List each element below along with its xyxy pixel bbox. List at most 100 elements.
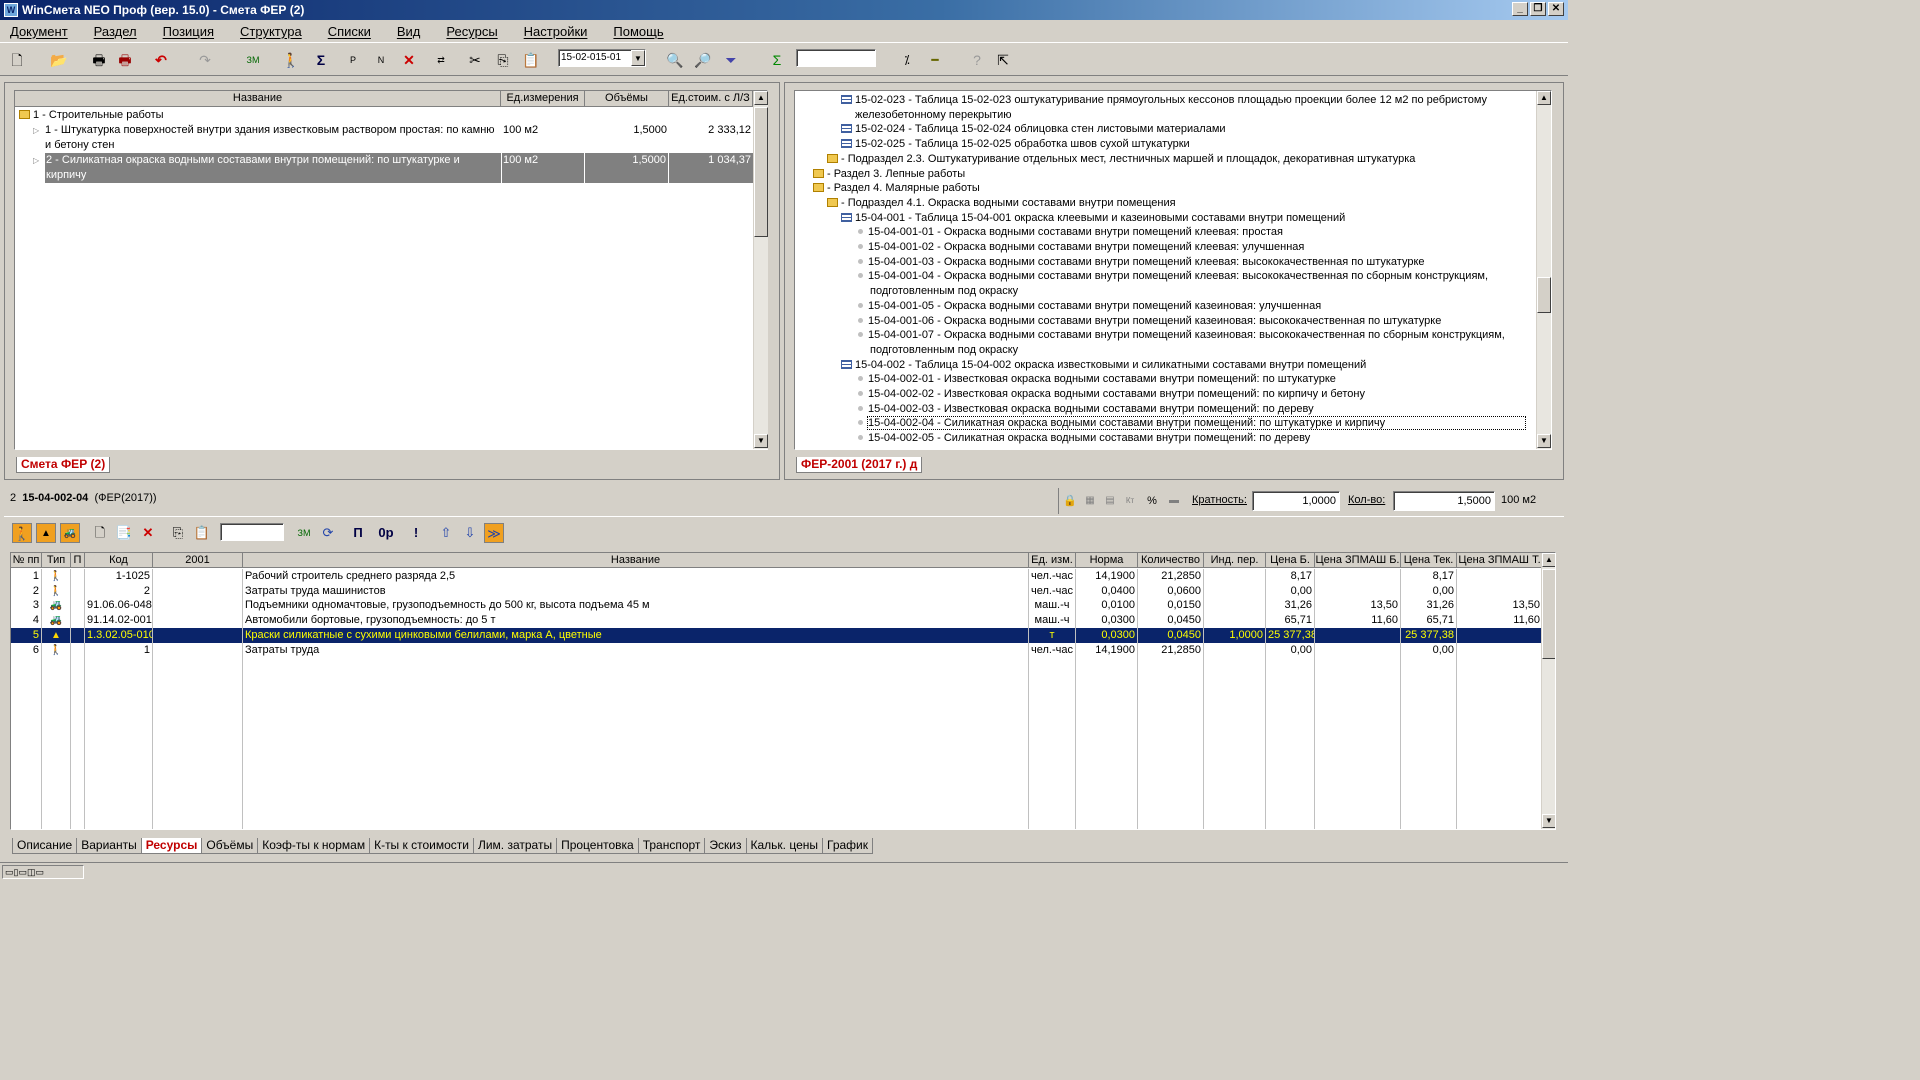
tree-item[interactable]: 15-02-024 - Таблица 15-02-024 облицовка …: [795, 122, 1535, 137]
tree-item[interactable]: 15-04-001-01 - Окраска водными составами…: [795, 225, 1535, 240]
tab-bottom[interactable]: Лим. затраты: [472, 838, 558, 854]
col-type-header[interactable]: Тип: [42, 553, 71, 568]
menu-structure[interactable]: Структура: [240, 24, 302, 39]
minimize-button[interactable]: _: [1512, 2, 1528, 16]
scroll-thumb[interactable]: [1537, 277, 1551, 313]
copy-icon[interactable]: ⎘: [494, 51, 512, 69]
worker-filter-icon[interactable]: 🚶: [12, 523, 32, 543]
col-p-header[interactable]: П: [71, 553, 85, 568]
col-norm-header[interactable]: Норма: [1076, 553, 1138, 568]
page-p-icon[interactable]: P: [344, 51, 362, 69]
undo-icon[interactable]: ↶: [152, 51, 170, 69]
tab-bottom[interactable]: К-ты к стоимости: [369, 838, 474, 854]
table-row[interactable]: 6 🚶 1 Затраты труда чел.-час 14,1900 21,2850 0,…: [11, 642, 1543, 658]
search-input[interactable]: [796, 49, 876, 67]
tree-item[interactable]: 15-04-001-06 - Окраска водными составами…: [795, 314, 1535, 329]
tab-bottom[interactable]: Объёмы: [201, 838, 259, 854]
tree-item[interactable]: 15-04-002-01 - Известковая окраска водны…: [795, 372, 1535, 387]
expand-icon[interactable]: ▷: [33, 123, 39, 138]
col-index-header[interactable]: Инд. пер.: [1204, 553, 1266, 568]
machine-filter-icon[interactable]: 🚜: [60, 523, 80, 543]
tree-item[interactable]: 15-04-002 - Таблица 15-04-002 окраска из…: [795, 358, 1535, 373]
context-help-icon[interactable]: ⇱: [994, 51, 1012, 69]
qty-input[interactable]: 1,5000: [1393, 491, 1495, 511]
sum-filter-icon[interactable]: Σ: [768, 51, 786, 69]
tab-bottom[interactable]: Эскиз: [704, 838, 747, 854]
refresh-icon[interactable]: ⟳: [318, 523, 338, 543]
scroll-thumb[interactable]: [1542, 569, 1555, 659]
tree-item[interactable]: - Подраздел 4.1. Окраска водными состава…: [795, 196, 1535, 211]
delete-icon[interactable]: ✕: [400, 51, 418, 69]
menu-lists[interactable]: Списки: [328, 24, 371, 39]
scroll-thumb[interactable]: [754, 107, 768, 237]
tree-item[interactable]: 15-04-002-02 - Известковая окраска водны…: [795, 387, 1535, 402]
exclamation-icon[interactable]: !: [406, 523, 426, 543]
zero-p-icon[interactable]: 0р: [372, 523, 400, 543]
paste-resource-icon[interactable]: 📋: [192, 523, 212, 543]
percent-icon[interactable]: %: [1143, 492, 1161, 510]
material-filter-icon[interactable]: ▲: [36, 523, 56, 543]
percent-plus-icon[interactable]: ⁒: [898, 51, 916, 69]
table-row[interactable]: 5▲ 1.3.02.05-0104 Краски силикатные с сухи…: [11, 627, 1543, 643]
tree-item[interactable]: 15-04-001-04 - Окраска водными составами…: [795, 269, 1535, 284]
kt-icon[interactable]: Кт: [1121, 492, 1139, 510]
move-down-icon[interactable]: ⇩: [460, 523, 480, 543]
machine-calc-icon[interactable]: ЗМ: [294, 523, 314, 543]
filter-icon[interactable]: ⏷: [722, 51, 740, 69]
table-row[interactable]: 4 🚜 91.14.02-001 Автомобили бортовые, грузо…: [11, 613, 1543, 629]
tree-item[interactable]: - Раздел 4. Малярные работы: [795, 181, 1535, 196]
tab-bottom[interactable]: Коэф-ты к нормам: [257, 838, 371, 854]
print-preview-icon[interactable]: 🖶: [116, 51, 134, 69]
reference-scrollbar[interactable]: ▲ ▼: [1536, 91, 1551, 449]
cut-icon[interactable]: ✂: [466, 51, 484, 69]
tree-item[interactable]: подготовленным под окраску: [795, 284, 1535, 299]
tree-item[interactable]: 15-04-002-03 - Известковая окраска водны…: [795, 402, 1535, 417]
lock-icon[interactable]: 🔒: [1061, 492, 1079, 510]
scroll-down-icon[interactable]: ▼: [754, 434, 768, 448]
minus-icon[interactable]: ━: [926, 51, 944, 69]
print-icon[interactable]: 🖶: [90, 51, 108, 69]
p-icon[interactable]: П: [348, 523, 368, 543]
col-unit-header[interactable]: Ед. изм.: [1029, 553, 1076, 568]
col-code-header[interactable]: Код: [85, 553, 153, 568]
sum-icon[interactable]: Σ: [312, 51, 330, 69]
find-next-icon[interactable]: 🔎: [694, 51, 712, 69]
tab-reference[interactable]: ФЕР-2001 (2017 г.) д: [796, 457, 923, 473]
close-button[interactable]: ✕: [1548, 2, 1564, 16]
tab-bottom[interactable]: Варианты: [76, 838, 142, 854]
tree-item[interactable]: 15-02-025 - Таблица 15-02-025 обработка …: [795, 137, 1535, 152]
page-n-icon[interactable]: N: [372, 51, 390, 69]
tab-bottom[interactable]: Процентовка: [556, 838, 639, 854]
copy-resource-icon[interactable]: ⎘: [168, 523, 188, 543]
col-price-base-header[interactable]: Цена Б.: [1266, 553, 1315, 568]
table-icon[interactable]: ▬: [1165, 492, 1183, 510]
tree-item[interactable]: 15-04-002-04 - Силикатная окраска водным…: [795, 416, 1535, 431]
menu-help[interactable]: Помощь: [613, 24, 663, 39]
menu-view[interactable]: Вид: [397, 24, 421, 39]
tree-item[interactable]: подготовленным под окраску: [795, 343, 1535, 358]
tab-bottom[interactable]: Ресурсы: [140, 838, 203, 854]
restore-button[interactable]: ❐: [1530, 2, 1546, 16]
redo-icon[interactable]: ↷: [196, 51, 214, 69]
tree-item[interactable]: 15-04-002-05 - Силикатная окраска водным…: [795, 431, 1535, 446]
chevron-down-icon[interactable]: ▼: [631, 50, 645, 66]
col-zpmash-base-header[interactable]: Цена ЗПМАШ Б.: [1315, 553, 1401, 568]
machine-calc-icon[interactable]: ЗМ: [244, 51, 262, 69]
expand-all-icon[interactable]: ≫: [484, 523, 504, 543]
tree-item[interactable]: 15-04-001-03 - Окраска водными составами…: [795, 255, 1535, 270]
col-qty-header[interactable]: Количество: [1138, 553, 1204, 568]
menu-resources[interactable]: Ресурсы: [446, 24, 497, 39]
tree-item[interactable]: 15-04-001 - Таблица 15-04-001 окраска кл…: [795, 211, 1535, 226]
tree-item[interactable]: 15-04-001-02 - Окраска водными составами…: [795, 240, 1535, 255]
new-document-icon[interactable]: 🗋: [8, 51, 26, 69]
code-combobox[interactable]: 15-02-015-01 ▼: [558, 49, 646, 67]
calc-icon[interactable]: ▤: [1101, 492, 1119, 510]
tree-item[interactable]: - Подраздел 2.3. Оштукатуривание отдельн…: [795, 152, 1535, 167]
table-row[interactable]: 1 🚶 1-1025 Рабочий строитель среднего разря…: [11, 569, 1543, 584]
open-folder-icon[interactable]: 📂: [50, 51, 68, 69]
tab-estimate[interactable]: Смета ФЕР (2): [16, 457, 111, 473]
col-qty-header[interactable]: Объёмы: [585, 91, 669, 107]
scroll-down-icon[interactable]: ▼: [1542, 814, 1555, 828]
replace-icon[interactable]: ⇄: [432, 51, 450, 69]
ratio-input[interactable]: 1,0000: [1252, 491, 1340, 511]
